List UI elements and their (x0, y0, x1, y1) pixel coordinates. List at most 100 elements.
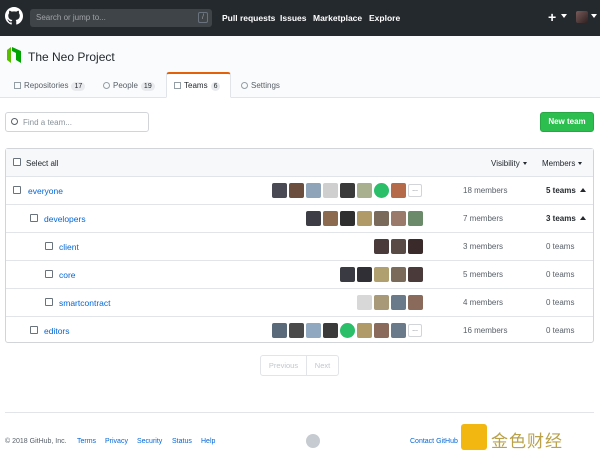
team-name[interactable]: client (59, 242, 79, 252)
child-teams-count[interactable]: 3 teams (546, 214, 576, 223)
nav-pull-requests[interactable]: Pull requests (222, 13, 275, 23)
avatar[interactable] (357, 267, 372, 282)
avatar[interactable] (357, 211, 372, 226)
nav-explore[interactable]: Explore (369, 13, 400, 23)
avatar[interactable] (391, 239, 406, 254)
chevron-up-icon[interactable] (580, 188, 586, 192)
avatar[interactable] (408, 295, 423, 310)
team-name[interactable]: smartcontract (59, 298, 111, 308)
chevron-up-icon[interactable] (580, 216, 586, 220)
avatar[interactable] (374, 239, 389, 254)
create-new-icon[interactable]: + (548, 9, 556, 25)
team-row-developers: developers 7 members 3 teams (6, 205, 593, 233)
tab-people[interactable]: People 19 (103, 72, 155, 98)
tab-repositories[interactable]: Repositories 17 (14, 72, 86, 98)
avatar[interactable] (391, 211, 406, 226)
avatar[interactable] (272, 323, 287, 338)
child-teams-count[interactable]: 0 teams (546, 326, 574, 335)
nav-issues[interactable]: Issues (280, 13, 306, 23)
row-checkbox[interactable] (45, 242, 53, 250)
footer-link-security[interactable]: Security (137, 438, 162, 445)
footer-link-privacy[interactable]: Privacy (105, 438, 128, 445)
people-icon (103, 82, 110, 89)
avatar[interactable] (323, 323, 338, 338)
members-count[interactable]: 4 members (463, 298, 503, 307)
avatar[interactable] (374, 323, 389, 338)
avatar[interactable] (340, 267, 355, 282)
avatar[interactable] (340, 323, 355, 338)
avatar[interactable] (391, 183, 406, 198)
avatar[interactable] (306, 323, 321, 338)
tab-label: People (113, 81, 138, 90)
avatar[interactable] (408, 211, 423, 226)
avatar[interactable] (323, 183, 338, 198)
user-menu-caret-icon[interactable] (591, 14, 597, 18)
search-input[interactable]: Search or jump to... / (30, 9, 212, 27)
avatar[interactable] (306, 211, 321, 226)
footer-link-help[interactable]: Help (201, 438, 215, 445)
github-mark-icon[interactable] (306, 434, 320, 448)
tab-count: 19 (140, 82, 155, 91)
avatar[interactable] (289, 323, 304, 338)
team-name[interactable]: editors (44, 326, 70, 336)
select-all-checkbox[interactable] (13, 158, 21, 166)
nav-marketplace[interactable]: Marketplace (313, 13, 362, 23)
github-logo-icon[interactable] (5, 7, 23, 25)
avatar[interactable] (357, 295, 372, 310)
members-count[interactable]: 5 members (463, 270, 503, 279)
avatar[interactable] (374, 295, 389, 310)
search-icon (11, 118, 18, 125)
neo-logo-icon (7, 47, 21, 63)
members-dropdown[interactable]: Members (542, 159, 583, 168)
row-checkbox[interactable] (45, 270, 53, 278)
avatar[interactable] (391, 267, 406, 282)
footer-link-terms[interactable]: Terms (77, 438, 96, 445)
avatar[interactable] (323, 211, 338, 226)
avatar[interactable] (272, 183, 287, 198)
gear-icon (241, 82, 248, 89)
child-teams-count[interactable]: 0 teams (546, 270, 574, 279)
avatar[interactable] (340, 211, 355, 226)
row-checkbox[interactable] (30, 326, 38, 334)
child-teams-count[interactable]: 5 teams (546, 186, 576, 195)
footer-link-status[interactable]: Status (172, 438, 192, 445)
avatar[interactable] (289, 183, 304, 198)
members-count[interactable]: 7 members (463, 214, 503, 223)
row-checkbox[interactable] (13, 186, 21, 194)
more-members-button[interactable]: ... (408, 324, 422, 337)
avatar[interactable] (374, 267, 389, 282)
members-count[interactable]: 16 members (463, 326, 507, 335)
search-placeholder: Search or jump to... (36, 13, 106, 22)
avatar[interactable] (306, 183, 321, 198)
avatar[interactable] (357, 323, 372, 338)
row-checkbox[interactable] (30, 214, 38, 222)
create-caret-icon[interactable] (561, 14, 567, 18)
user-avatar[interactable] (576, 11, 588, 23)
tab-teams[interactable]: Teams 6 (166, 72, 231, 98)
avatar[interactable] (408, 267, 423, 282)
team-name[interactable]: developers (44, 214, 86, 224)
tab-settings[interactable]: Settings (241, 72, 280, 98)
footer-link-contact[interactable]: Contact GitHub (410, 438, 458, 445)
avatar[interactable] (374, 211, 389, 226)
avatar[interactable] (408, 239, 423, 254)
team-name[interactable]: everyone (28, 186, 63, 196)
team-row-everyone: everyone ... 18 members 5 teams (6, 177, 593, 205)
find-team-input[interactable]: Find a team... (5, 112, 149, 132)
child-teams-count[interactable]: 0 teams (546, 242, 574, 251)
members-count[interactable]: 3 members (463, 242, 503, 251)
avatar[interactable] (391, 323, 406, 338)
members-count[interactable]: 18 members (463, 186, 507, 195)
next-page-button[interactable]: Next (306, 355, 339, 376)
more-members-button[interactable]: ... (408, 184, 422, 197)
new-team-button[interactable]: New team (540, 112, 594, 132)
avatar[interactable] (391, 295, 406, 310)
avatar[interactable] (374, 183, 389, 198)
avatar[interactable] (357, 183, 372, 198)
previous-page-button[interactable]: Previous (260, 355, 307, 376)
avatar[interactable] (340, 183, 355, 198)
row-checkbox[interactable] (45, 298, 53, 306)
child-teams-count[interactable]: 0 teams (546, 298, 574, 307)
team-name[interactable]: core (59, 270, 76, 280)
visibility-dropdown[interactable]: Visibility (491, 159, 527, 168)
